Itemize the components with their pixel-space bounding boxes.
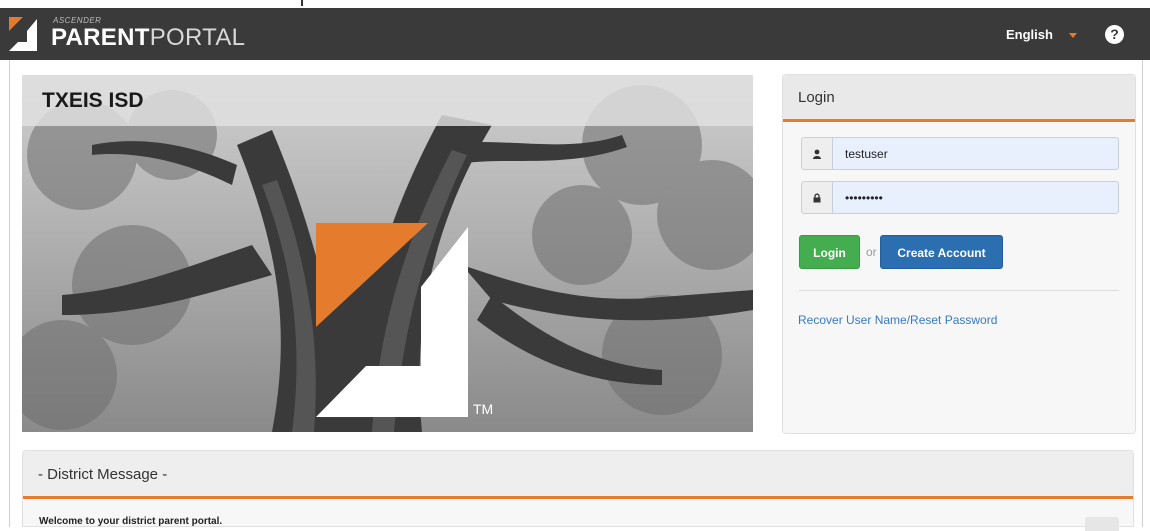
recover-password-link[interactable]: Recover User Name/Reset Password [798,313,997,327]
district-message-header: - District Message - [23,451,1133,499]
language-label: English [1006,27,1053,42]
district-name: TXEIS ISD [42,89,144,112]
login-panel: Login Login or Create Account Recover Us… [782,74,1136,434]
help-icon[interactable]: ? [1105,25,1124,44]
brand-title: PARENTPORTAL [51,25,245,51]
brand[interactable]: ASCENDER PARENTPORTAL [9,16,245,52]
district-hero-image: TXEIS ISD TM [22,75,753,432]
district-message-title: - District Message - [38,466,168,483]
message-toggle-button[interactable] [1085,517,1119,531]
cursor-mark [301,0,303,6]
top-strip [0,0,1150,8]
username-input[interactable] [833,138,1118,169]
login-header: Login [783,75,1135,122]
create-account-button[interactable]: Create Account [880,235,1003,269]
password-input[interactable] [833,182,1118,213]
brand-bold-text: PARENT [51,24,150,51]
caret-down-icon [1068,33,1077,39]
brand-thin-text: PORTAL [149,24,246,51]
language-dropdown[interactable]: English [1006,27,1077,42]
username-field[interactable] [801,137,1119,170]
ascender-logo-icon [9,17,37,51]
navbar: ASCENDER PARENTPORTAL English ? [0,8,1150,60]
or-text: or [866,245,877,259]
trademark-label: TM [473,401,494,417]
user-icon [802,138,833,169]
password-field[interactable] [801,181,1119,214]
login-title: Login [798,89,835,106]
login-button[interactable]: Login [799,235,860,269]
ascender-hero-logo-icon [316,223,468,417]
district-message-body: Welcome to your district parent portal. [39,516,223,527]
lock-icon [802,182,833,213]
login-divider [799,290,1119,291]
district-message-panel: - District Message - Welcome to your dis… [22,450,1134,531]
